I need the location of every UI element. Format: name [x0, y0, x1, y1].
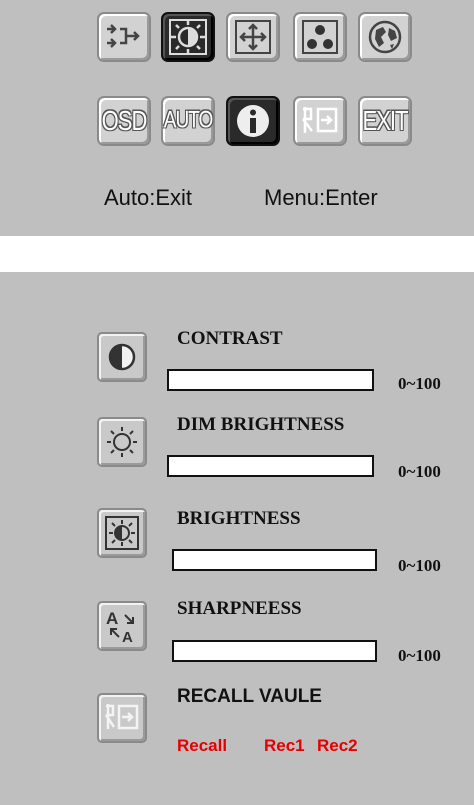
color-icon — [302, 20, 338, 54]
svg-text:A: A — [122, 629, 133, 645]
dim-brightness-slider[interactable] — [167, 455, 374, 477]
dim-brightness-range: 0~100 — [398, 462, 441, 481]
recall-icon — [302, 107, 338, 133]
auto-button[interactable]: AUTO — [161, 96, 215, 146]
hint-menu-enter: Menu:Enter — [264, 185, 378, 210]
contrast-range: 0~100 — [398, 374, 441, 393]
svg-text:A: A — [106, 609, 118, 628]
recall-option-rec2[interactable]: Rec2 — [317, 736, 358, 756]
recall-option-rec1[interactable]: Rec1 — [264, 736, 305, 756]
globe-button[interactable] — [358, 12, 412, 62]
brightness-item-icon[interactable] — [97, 508, 147, 558]
main-menu-panel: OSD AUTO EXIT Auto:Exit Menu:Enter — [0, 0, 474, 236]
input-select-icon — [107, 24, 140, 48]
dim-brightness-label: DIM BRIGHTNESS — [177, 414, 345, 435]
osd-icon: OSD — [101, 104, 148, 136]
contrast-label: CONTRAST — [177, 328, 283, 349]
sharpness-item-icon[interactable]: A A — [97, 601, 147, 651]
position-icon — [235, 20, 271, 54]
brightness-range: 0~100 — [398, 556, 441, 575]
contrast-item-icon[interactable] — [97, 332, 147, 382]
contrast-slider[interactable] — [167, 369, 374, 391]
brightness-icon — [105, 516, 139, 550]
globe-icon — [368, 20, 402, 54]
sharpness-icon: A A — [106, 609, 134, 645]
exit-icon: EXIT — [362, 104, 409, 136]
submenu-panel — [0, 272, 474, 805]
recall-icon — [104, 704, 139, 730]
sharpness-slider[interactable] — [172, 640, 377, 662]
color-button[interactable] — [293, 12, 347, 62]
recall-option-recall[interactable]: Recall — [177, 736, 227, 756]
info-icon — [237, 105, 269, 137]
exit-button[interactable]: EXIT — [358, 96, 412, 146]
dim-brightness-item-icon[interactable] — [97, 417, 147, 467]
sun-icon — [107, 427, 137, 457]
recall-button[interactable] — [293, 96, 347, 146]
sharpness-range: 0~100 — [398, 646, 441, 665]
input-select-button[interactable] — [97, 12, 151, 62]
sharpness-label: SHARPNEESS — [177, 598, 302, 619]
brightness-slider[interactable] — [172, 549, 377, 571]
recall-item-icon[interactable] — [97, 693, 147, 743]
brightness-icon — [169, 19, 207, 55]
position-button[interactable] — [226, 12, 280, 62]
contrast-icon — [108, 343, 136, 371]
hint-auto-exit: Auto:Exit — [104, 185, 193, 210]
osd-button[interactable]: OSD — [97, 96, 151, 146]
recall-value-label: RECALL VAULE — [177, 686, 322, 707]
info-button[interactable] — [226, 96, 280, 146]
brightness-button[interactable] — [161, 12, 215, 62]
auto-icon: AUTO — [163, 107, 213, 134]
brightness-label: BRIGHTNESS — [177, 508, 301, 529]
